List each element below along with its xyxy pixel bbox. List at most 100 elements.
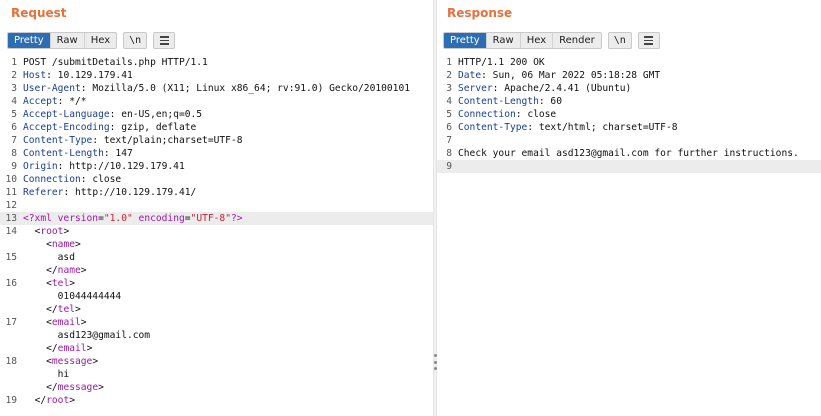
line-content: <email> <box>23 316 86 329</box>
header-value: http://10.129.179.41 <box>63 161 185 172</box>
response-tab-render[interactable]: Render <box>553 33 601 48</box>
xml-tag-name: name <box>51 239 75 250</box>
line-content: </name> <box>23 264 87 277</box>
xml-attr-name: version <box>57 213 99 224</box>
header-name: Accept-Language <box>23 109 110 120</box>
hamburger-icon <box>159 36 169 38</box>
response-editor[interactable]: 1 HTTP/1.1 200 OK 2 Date: Sun, 06 Mar 2022 … <box>437 56 821 416</box>
line-number: 6 <box>11 122 17 133</box>
code-line: 15 asd <box>0 251 433 264</box>
request-menu-button[interactable] <box>153 32 176 49</box>
code-line: hi <box>0 368 433 381</box>
header-value: 60 <box>544 96 562 107</box>
response-newline-toggle-button[interactable]: \n <box>607 32 632 49</box>
xml-bracket: > <box>75 239 81 250</box>
line-number: 7 <box>446 135 452 146</box>
line-content: Check your email asd123@gmail.com for fu… <box>458 147 799 160</box>
response-toolbar: Pretty Raw Hex Render \n <box>443 32 660 49</box>
line-content: </email> <box>23 342 92 355</box>
xml-text: 01044444444 <box>57 291 122 302</box>
xml-tag-name: tel <box>57 304 75 315</box>
code-line: 3 User-Agent: Mozilla/5.0 (X11; Linux x86… <box>0 82 433 95</box>
xml-bracket: </ <box>46 265 58 276</box>
request-newline-toggle-button[interactable]: \n <box>123 32 148 49</box>
line-content: Content-Length: 147 <box>23 147 133 160</box>
request-tab-raw[interactable]: Raw <box>51 33 85 48</box>
code-line: 9 Origin: http://10.129.179.41 <box>0 160 433 173</box>
line-content: Content-Type: text/html; charset=UTF-8 <box>458 121 678 134</box>
line-content: <?xml version="1.0" encoding="UTF-8"?> <box>23 212 243 225</box>
code-line: 7 <box>437 134 821 147</box>
code-line: 01044444444 <box>0 290 433 303</box>
request-pane: Request Pretty Raw Hex \n 1 POST /submitDet… <box>0 0 433 416</box>
header-value: close <box>86 174 122 185</box>
header-value: text/plain;charset=UTF-8 <box>98 135 243 146</box>
xml-attr-value: "1.0" <box>103 213 133 224</box>
line-content: Accept: */* <box>23 95 87 108</box>
code-line: 1 HTTP/1.1 200 OK <box>437 56 821 69</box>
header-name: Origin <box>23 161 58 172</box>
response-tab-hex[interactable]: Hex <box>521 33 554 48</box>
header-name: Content-Type <box>23 135 93 146</box>
line-number: 6 <box>446 122 452 133</box>
code-line: asd123@gmail.com <box>0 329 433 342</box>
xml-bracket: > <box>80 265 87 276</box>
header-value: Mozilla/5.0 (X11; Linux x86_64; rv:91.0)… <box>86 83 410 94</box>
response-text: Check your email asd123@gmail.com for fu… <box>458 148 799 159</box>
xml-tag-name: email <box>51 317 81 328</box>
line-content: Content-Type: text/plain;charset=UTF-8 <box>23 134 243 147</box>
xml-tag-name: name <box>57 265 81 276</box>
xml-bracket: </ <box>46 343 58 354</box>
line-number: 3 <box>446 83 452 94</box>
line-number: 2 <box>11 70 17 81</box>
line-content: </message> <box>23 381 104 394</box>
line-number: 4 <box>446 96 452 107</box>
line-number: 8 <box>11 148 17 159</box>
request-tab-pretty[interactable]: Pretty <box>8 33 51 48</box>
line-number: 12 <box>5 200 17 211</box>
code-line: 14 <root> <box>0 225 433 238</box>
xml-attr-value: "UTF-8" <box>190 213 231 224</box>
code-line: 8 Content-Length: 147 <box>0 147 433 160</box>
code-line: 16 <tel> <box>0 277 433 290</box>
line-number: 15 <box>5 252 17 263</box>
header-value: Sun, 06 Mar 2022 05:18:28 GMT <box>486 70 661 81</box>
line-content: POST /submitDetails.php HTTP/1.1 <box>23 56 208 69</box>
xml-bracket: > <box>92 356 99 367</box>
response-title: Response <box>447 6 513 20</box>
response-tab-pretty[interactable]: Pretty <box>444 33 487 48</box>
line-content: Origin: http://10.129.179.41 <box>23 160 185 173</box>
xml-attr-name: encoding <box>138 213 185 224</box>
request-editor[interactable]: 1 POST /submitDetails.php HTTP/1.1 2 Host: … <box>0 56 433 416</box>
header-value: 147 <box>109 148 133 159</box>
line-content: Referer: http://10.129.179.41/ <box>23 186 196 199</box>
line-content: Accept-Encoding: gzip, deflate <box>23 121 196 134</box>
line-content: <name> <box>23 238 81 251</box>
header-value: text/html; charset=UTF-8 <box>533 122 678 133</box>
code-line: 6 Content-Type: text/html; charset=UTF-8 <box>437 121 821 134</box>
header-name: Accept-Encoding <box>23 122 110 133</box>
code-line: </email> <box>0 342 433 355</box>
code-line: 4 Content-Length: 60 <box>437 95 821 108</box>
header-value: 10.129.179.41 <box>51 70 133 81</box>
request-tab-hex[interactable]: Hex <box>85 33 116 48</box>
line-content: Date: Sun, 06 Mar 2022 05:18:28 GMT <box>458 69 660 82</box>
xml-bracket: > <box>98 382 104 393</box>
line-number: 2 <box>446 70 452 81</box>
response-menu-button[interactable] <box>637 32 660 49</box>
header-name: Accept <box>23 96 58 107</box>
code-line: 9 <box>437 160 821 173</box>
code-line: 17 <email> <box>0 316 433 329</box>
line-content: asd <box>23 251 75 264</box>
xml-text: asd <box>57 252 75 263</box>
line-number: 10 <box>5 174 17 185</box>
line-number: 7 <box>11 135 17 146</box>
response-tab-raw[interactable]: Raw <box>487 33 521 48</box>
header-name: Date <box>458 70 482 81</box>
